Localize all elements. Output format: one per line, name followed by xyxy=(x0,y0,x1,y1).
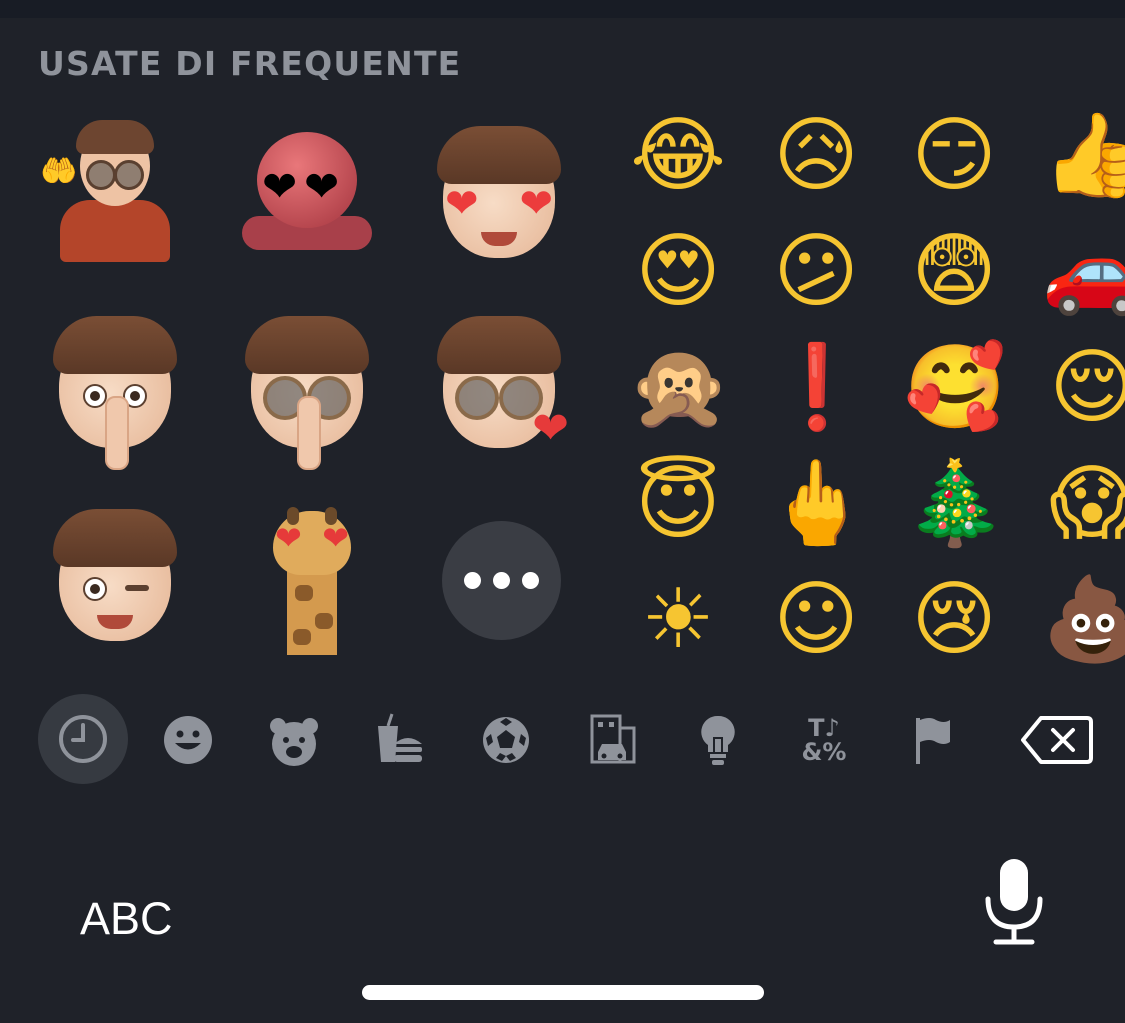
emoji-poop[interactable]: 💩 xyxy=(1042,570,1125,670)
sticker-memoji-kiss-heart[interactable]: ❤ xyxy=(424,312,574,462)
building-car-icon xyxy=(590,714,636,764)
category-travel[interactable] xyxy=(572,700,652,780)
category-flags[interactable] xyxy=(890,700,970,780)
home-indicator[interactable] xyxy=(362,985,764,1000)
clock-icon xyxy=(59,715,107,763)
emoji-christmas-tree[interactable]: 🎄 xyxy=(904,454,1006,554)
emoji-smiling[interactable]: ☺ xyxy=(766,570,866,670)
emoji-tears-of-joy[interactable]: 😂 xyxy=(628,106,728,206)
bear-icon xyxy=(270,718,318,766)
symbols-icon: T♪ &% xyxy=(801,714,847,766)
emoji-crying[interactable]: 😢 xyxy=(904,570,1004,670)
category-animals[interactable] xyxy=(254,700,334,780)
sticker-octopus-heart-eyes[interactable]: ❤ ❤ xyxy=(232,122,382,272)
food-icon xyxy=(378,713,422,762)
emoji-relieved[interactable]: 😌 xyxy=(1042,338,1125,438)
backspace-button[interactable] xyxy=(1016,700,1096,780)
emoji-smirk[interactable]: 😏 xyxy=(904,106,1004,206)
sticker-memoji-shrug[interactable]: 🤲 xyxy=(40,120,190,270)
sticker-memoji-shush[interactable] xyxy=(40,312,190,470)
emoji-car[interactable]: 🚗 xyxy=(1042,222,1125,322)
section-title: USATE DI FREQUENTE xyxy=(38,44,462,83)
flag-icon xyxy=(916,718,950,764)
ellipsis-icon xyxy=(464,572,539,589)
lightbulb-icon xyxy=(701,715,735,765)
category-recent[interactable] xyxy=(38,694,128,784)
category-activity[interactable] xyxy=(466,700,546,780)
category-smileys[interactable] xyxy=(148,700,228,780)
top-bar xyxy=(0,0,1125,18)
category-symbols[interactable]: T♪ &% xyxy=(784,700,864,780)
more-stickers-button[interactable] xyxy=(442,521,561,640)
emoji-halo[interactable]: 😇 xyxy=(628,454,728,554)
emoji-fearful[interactable]: 😨 xyxy=(904,222,1004,322)
emoji-smiling-with-hearts[interactable]: 🥰 xyxy=(904,338,1006,438)
category-food[interactable] xyxy=(360,700,440,780)
emoji-sad-relieved[interactable]: 😥 xyxy=(766,106,866,206)
abc-keyboard-switch[interactable]: ABC xyxy=(80,893,173,945)
emoji-confused[interactable]: 😕 xyxy=(766,222,866,322)
emoji-sun[interactable]: ☀ xyxy=(628,570,728,670)
emoji-heart-exclamation[interactable]: ❗ xyxy=(766,338,868,438)
sticker-memoji-wink[interactable] xyxy=(40,505,190,655)
emoji-screaming[interactable]: 😱 xyxy=(1042,454,1125,554)
emoji-speak-no-evil-monkey[interactable]: 🙊 xyxy=(628,338,730,438)
sticker-memoji-shush-glasses[interactable] xyxy=(232,312,382,470)
backspace-icon xyxy=(1021,716,1093,764)
category-objects[interactable] xyxy=(678,700,758,780)
emoji-middle-finger[interactable]: 🖕 xyxy=(766,454,868,554)
microphone-icon xyxy=(985,859,1043,945)
emoji-thumbs-up[interactable]: 👍 xyxy=(1042,106,1125,206)
sticker-memoji-heart-eyes[interactable]: ❤ ❤ xyxy=(424,122,574,272)
soccer-ball-icon xyxy=(483,717,529,763)
smiley-icon xyxy=(164,716,212,764)
emoji-heart-eyes[interactable]: 😍 xyxy=(628,222,728,322)
dictation-button[interactable] xyxy=(978,855,1050,947)
sticker-giraffe-heart-eyes[interactable]: ❤ ❤ xyxy=(236,505,386,655)
